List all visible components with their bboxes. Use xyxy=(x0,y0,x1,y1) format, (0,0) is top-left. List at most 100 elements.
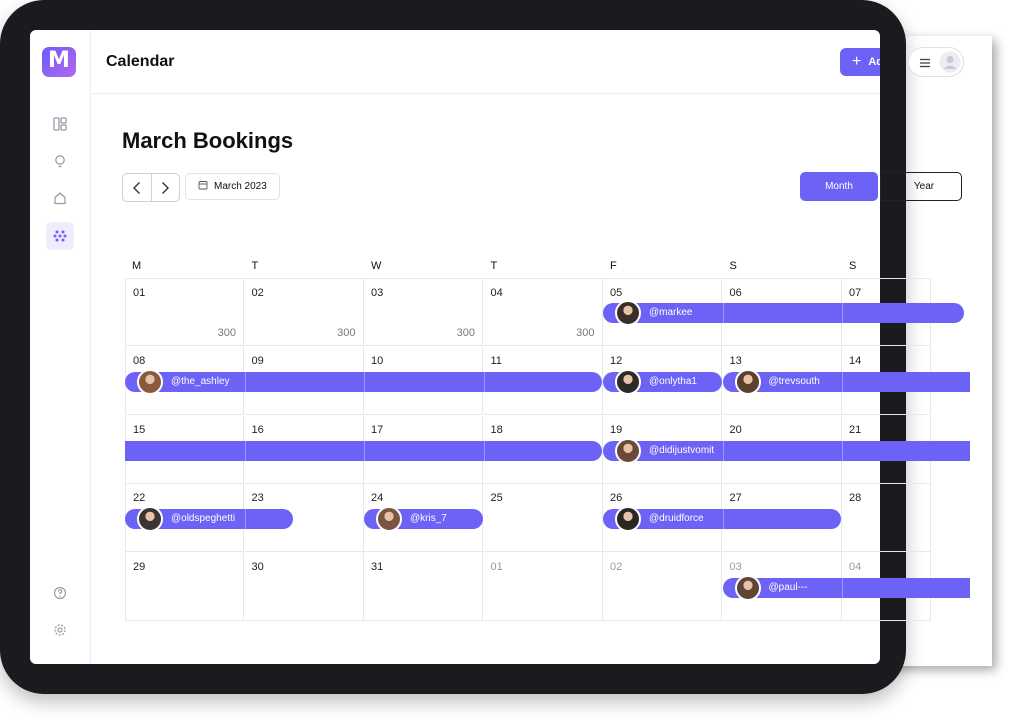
day-price: 300 xyxy=(456,327,475,339)
day-price: 300 xyxy=(576,327,595,339)
day-cell[interactable]: 02 xyxy=(603,553,722,622)
day-cell[interactable]: 29 xyxy=(125,553,244,622)
day-number: 09 xyxy=(251,354,264,367)
booking-day-divider xyxy=(364,371,365,392)
day-cell[interactable]: 01 xyxy=(483,553,603,622)
chevron-right-icon[interactable] xyxy=(152,174,180,201)
guest-avatar[interactable] xyxy=(137,368,163,395)
day-number: 24 xyxy=(371,492,384,505)
day-cell[interactable]: 31 xyxy=(364,553,483,622)
guest-handle: @oldspeghetti xyxy=(171,513,236,525)
booking-bar[interactable] xyxy=(125,440,602,461)
day-number: 04 xyxy=(490,287,503,299)
view-month-label: Month xyxy=(825,181,853,192)
day-number: 20 xyxy=(729,423,742,436)
booking-day-divider xyxy=(244,440,246,461)
day-price: 300 xyxy=(337,327,356,339)
booking-bar[interactable] xyxy=(880,440,970,461)
day-number: 30 xyxy=(251,561,264,574)
day-cell[interactable]: 02 300 xyxy=(244,278,364,346)
user-menu[interactable] xyxy=(908,47,964,77)
guest-handle: @kris_7 xyxy=(410,513,447,525)
weekday-label: T xyxy=(490,260,498,272)
booking-day-divider xyxy=(722,440,724,461)
lightbulb-icon[interactable] xyxy=(46,147,74,175)
booking-day-divider xyxy=(842,440,843,461)
tablet-frame: M Calendar + Ad March Bookings March 202… xyxy=(0,0,970,694)
day-number: 17 xyxy=(371,423,384,436)
guest-handle: @paul--- xyxy=(768,582,808,594)
day-number: 10 xyxy=(371,354,384,367)
chevron-left-icon[interactable] xyxy=(123,174,152,201)
guest-handle: @didijustvomit xyxy=(649,444,715,456)
booking-day-divider xyxy=(244,509,246,530)
guest-avatar[interactable] xyxy=(615,437,641,464)
plus-icon: + xyxy=(852,53,862,70)
day-cell[interactable]: 30 xyxy=(244,553,364,622)
app-title: Calendar xyxy=(106,53,175,70)
weekday-label: W xyxy=(371,260,382,272)
home-icon[interactable] xyxy=(46,184,74,212)
day-cell[interactable]: 01 300 xyxy=(125,278,244,346)
calendar-grid-overflow: 0130002300033000430005060708091011121314… xyxy=(880,278,970,622)
guest-handle: @druidforce xyxy=(649,513,704,525)
day-number: 04 xyxy=(849,561,862,574)
guest-handle: @onlytha1 xyxy=(649,375,697,387)
booking-day-divider xyxy=(722,509,724,530)
booking-bar[interactable] xyxy=(880,303,964,323)
settings-icon[interactable] xyxy=(46,616,74,644)
day-number: 18 xyxy=(490,423,503,436)
view-month-button[interactable]: Month xyxy=(800,172,878,201)
day-cell[interactable]: 03 300 xyxy=(364,278,483,346)
app-screen: M Calendar + Ad March Bookings March 202… xyxy=(30,30,880,664)
add-property-button[interactable]: + Add a propert xyxy=(840,48,880,76)
month-picker-label: March 2023 xyxy=(214,181,267,192)
weekday-label: T xyxy=(251,260,259,272)
day-number: 01 xyxy=(133,287,146,299)
day-number: 01 xyxy=(490,561,503,574)
guest-avatar[interactable] xyxy=(734,575,761,602)
hamburger-icon[interactable] xyxy=(919,56,931,74)
guest-avatar[interactable] xyxy=(615,368,641,395)
month-picker[interactable]: March 2023 xyxy=(185,173,280,200)
day-number: 29 xyxy=(133,561,146,574)
day-cell[interactable]: 25 xyxy=(483,484,603,553)
booking-bar[interactable] xyxy=(603,440,880,461)
help-icon[interactable] xyxy=(46,579,74,607)
day-cell[interactable]: 04 300 xyxy=(483,278,603,346)
day-number: 25 xyxy=(490,492,503,505)
guest-avatar[interactable] xyxy=(734,368,761,395)
weekday-label: M xyxy=(132,260,142,272)
booking-bar[interactable] xyxy=(603,303,880,323)
view-year-label: Year xyxy=(913,181,935,192)
dots-grid-icon[interactable] xyxy=(46,222,74,250)
day-number: 31 xyxy=(371,561,384,574)
booking-bar[interactable] xyxy=(880,578,970,599)
user-avatar-icon[interactable] xyxy=(939,51,961,78)
page-title: March Bookings xyxy=(122,128,294,153)
booking-day-divider xyxy=(722,303,724,323)
view-year-button[interactable]: Year xyxy=(880,172,962,201)
guest-handle: @the_ashley xyxy=(171,375,230,387)
day-number: 03 xyxy=(729,561,742,574)
booking-day-divider xyxy=(244,371,246,392)
day-number: 21 xyxy=(849,423,862,436)
day-number: 12 xyxy=(610,354,623,367)
booking-bar[interactable] xyxy=(880,371,970,392)
booking-day-divider xyxy=(364,440,365,461)
day-cell[interactable]: 28 xyxy=(842,484,880,553)
booking-day-divider xyxy=(483,371,485,392)
sidebar: M xyxy=(30,30,91,664)
day-cell[interactable]: 28 xyxy=(880,484,931,553)
guest-avatar[interactable] xyxy=(615,300,641,326)
day-number: 13 xyxy=(729,354,742,367)
day-number: 15 xyxy=(133,423,146,436)
top-bar: Calendar + Add a propert xyxy=(91,30,880,94)
day-number: 23 xyxy=(251,492,264,505)
app-logo[interactable]: M xyxy=(42,47,76,77)
booking-day-divider xyxy=(842,371,843,392)
day-number: 06 xyxy=(729,287,742,299)
weekday-label: F xyxy=(610,260,617,272)
layout-icon[interactable] xyxy=(46,110,74,138)
calendar-icon xyxy=(198,180,208,193)
